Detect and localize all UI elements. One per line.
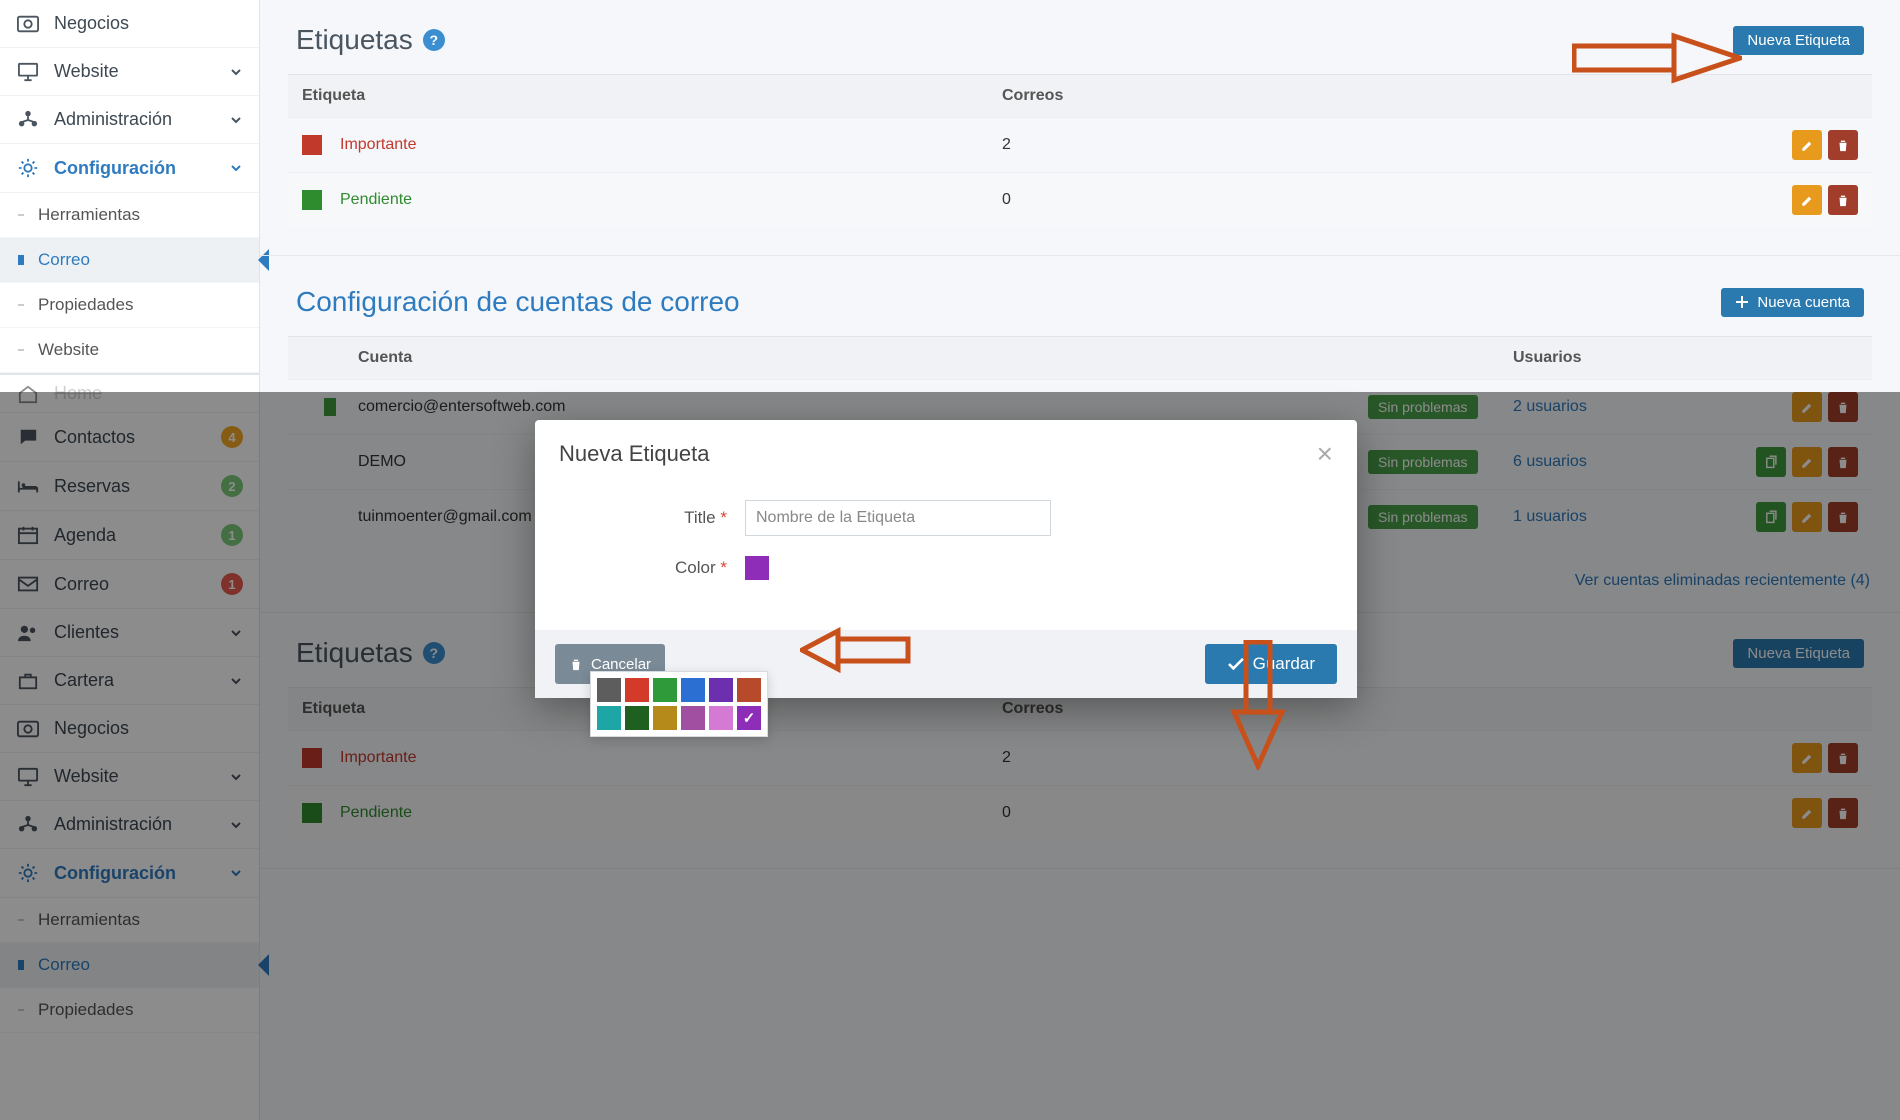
required-mark: * (720, 558, 727, 577)
color-swatch (302, 190, 322, 210)
sidebar-sub-label: Website (38, 340, 99, 359)
sidebar-item-negocios[interactable]: Negocios (0, 0, 259, 48)
tag-name[interactable]: Importante (340, 136, 416, 154)
sidebar-item-label: Negocios (54, 13, 243, 34)
page-title: Etiquetas (296, 24, 413, 56)
palette-swatch[interactable] (653, 678, 677, 702)
palette-swatch[interactable] (737, 678, 761, 702)
sidebar-sub-website[interactable]: Website (0, 328, 259, 373)
gear-icon (16, 157, 40, 179)
palette-swatch[interactable] (597, 706, 621, 730)
table-row: Pendiente 0 (288, 172, 1872, 227)
palette-swatch[interactable] (625, 706, 649, 730)
sidebar-item-label: Configuración (54, 158, 229, 179)
new-account-button[interactable]: Nueva cuenta (1721, 288, 1864, 317)
field-label-color: Color (675, 558, 716, 577)
table-row: Importante 2 (288, 117, 1872, 172)
sidebar-item-administracion[interactable]: Administración (0, 96, 259, 144)
sidebar-sub-label: Propiedades (38, 295, 133, 314)
palette-swatch[interactable] (709, 678, 733, 702)
color-picker[interactable] (745, 556, 769, 580)
palette-swatch[interactable] (597, 678, 621, 702)
new-tag-button[interactable]: Nueva Etiqueta (1733, 26, 1864, 55)
sidebar-item-label: Administración (54, 109, 229, 130)
palette-swatch[interactable] (681, 706, 705, 730)
sidebar-sub-herramientas[interactable]: Herramientas (0, 193, 259, 238)
help-icon[interactable]: ? (423, 29, 445, 51)
palette-swatch[interactable] (737, 706, 761, 730)
color-palette (590, 671, 768, 737)
th-usuarios: Usuarios (1513, 349, 1858, 367)
annotation-arrow (800, 625, 940, 675)
th-cuenta: Cuenta (358, 349, 1368, 367)
money-icon (16, 15, 40, 33)
palette-swatch[interactable] (681, 678, 705, 702)
palette-swatch[interactable] (625, 678, 649, 702)
sidebar-sub-label: Correo (38, 250, 90, 269)
required-mark: * (720, 508, 727, 527)
sidebar-item-label: Website (54, 61, 229, 82)
tag-title-input[interactable] (745, 500, 1051, 536)
color-swatch (302, 135, 322, 155)
th-correos: Correos (1002, 87, 1858, 105)
palette-swatch[interactable] (709, 706, 733, 730)
monitor-icon (16, 62, 40, 82)
chevron-down-icon (229, 113, 243, 127)
chevron-down-icon (229, 161, 243, 175)
page-title: Configuración de cuentas de correo (296, 286, 740, 318)
sidebar-sub-label: Herramientas (38, 205, 140, 224)
tags-table: Etiqueta Correos Importante 2 Pendiente … (288, 74, 1872, 227)
org-icon (16, 110, 40, 130)
delete-button[interactable] (1828, 130, 1858, 160)
edit-button[interactable] (1792, 185, 1822, 215)
delete-button[interactable] (1828, 185, 1858, 215)
sidebar-sub-correo[interactable]: Correo (0, 238, 259, 283)
th-etiqueta: Etiqueta (302, 87, 1002, 105)
sidebar-sub-propiedades[interactable]: Propiedades (0, 283, 259, 328)
modal-title: Nueva Etiqueta (559, 441, 709, 467)
edit-button[interactable] (1792, 130, 1822, 160)
annotation-arrow (1572, 28, 1742, 88)
field-label-title: Title (684, 508, 716, 527)
tag-count: 0 (1002, 191, 1792, 209)
annotation-arrow (1228, 640, 1288, 770)
chevron-down-icon (229, 65, 243, 79)
palette-swatch[interactable] (653, 706, 677, 730)
modal-close-button[interactable]: × (1317, 440, 1333, 468)
tag-name[interactable]: Pendiente (340, 191, 412, 209)
sidebar-item-website[interactable]: Website (0, 48, 259, 96)
sidebar-item-configuracion[interactable]: Configuración (0, 144, 259, 193)
tag-count: 2 (1002, 136, 1792, 154)
